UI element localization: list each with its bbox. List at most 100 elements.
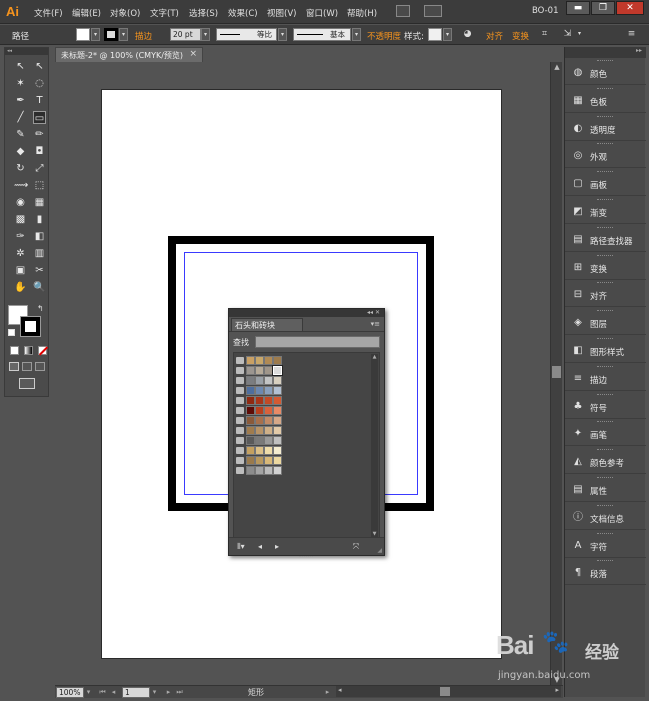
dock-item-graphic-styles[interactable]: ◧ 图形样式: [565, 336, 646, 363]
opacity-panel-link[interactable]: 不透明度: [367, 30, 401, 42]
color-mode-icon[interactable]: [10, 346, 19, 355]
swatch-scroll-up-icon[interactable]: ▲: [371, 354, 378, 361]
pen-tool-icon[interactable]: ✒: [14, 94, 27, 107]
free-transform-tool-icon[interactable]: ⬚: [33, 179, 46, 192]
swatch[interactable]: [273, 466, 282, 475]
dock-item-transparency[interactable]: ◐ 透明度: [565, 114, 646, 141]
swatch[interactable]: [264, 456, 273, 465]
swatch[interactable]: [255, 356, 264, 365]
draw-normal-icon[interactable]: [9, 362, 19, 371]
dock-item-swatches[interactable]: ▦ 色板: [565, 86, 646, 113]
paintbrush-tool-icon[interactable]: ✎: [14, 128, 27, 141]
graphic-style-dropdown[interactable]: ▾: [443, 28, 452, 41]
horizontal-scroll-thumb[interactable]: [440, 687, 450, 696]
gradient-mode-icon[interactable]: [24, 346, 33, 355]
dock-item-color[interactable]: ◍ 颜色: [565, 58, 646, 85]
restore-button[interactable]: ❐: [591, 1, 615, 15]
swatch[interactable]: [246, 366, 255, 375]
screen-mode-button[interactable]: [396, 5, 410, 17]
eyedropper-tool-icon[interactable]: ✑: [14, 230, 27, 243]
swatch[interactable]: [273, 446, 282, 455]
swatch[interactable]: [246, 416, 255, 425]
swatch[interactable]: [264, 356, 273, 365]
vertical-scrollbar[interactable]: ▲ ▼: [550, 62, 562, 685]
hand-tool-icon[interactable]: ✋: [14, 281, 27, 294]
blob-brush-tool-icon[interactable]: ◆: [14, 145, 27, 158]
swatch-group-row[interactable]: [236, 446, 296, 455]
menu-select[interactable]: 选择(S): [189, 7, 218, 19]
dock-item-artboards[interactable]: ▢ 画板: [565, 169, 646, 197]
recolor-artwork-icon[interactable]: ◕: [462, 29, 473, 40]
zoom-level-field[interactable]: 100%: [56, 687, 84, 698]
mesh-tool-icon[interactable]: ▩: [14, 213, 27, 226]
symbol-sprayer-tool-icon[interactable]: ✲: [14, 247, 27, 260]
swatch[interactable]: [264, 416, 273, 425]
current-tool-status[interactable]: 矩形: [248, 687, 264, 698]
swatch-libraries-menu-icon[interactable]: ⫴▾: [234, 541, 248, 552]
swatch[interactable]: [264, 446, 273, 455]
swatch[interactable]: [255, 386, 264, 395]
panel-menu-icon[interactable]: ▾≡: [371, 320, 380, 328]
dock-item-pathfinder[interactable]: ▤ 路径查找器: [565, 225, 646, 252]
slice-tool-icon[interactable]: ✂: [33, 264, 46, 277]
swap-fill-stroke-icon[interactable]: ↰: [37, 304, 44, 313]
dock-item-color-guide[interactable]: ◭ 颜色参考: [565, 447, 646, 475]
stroke-weight-field[interactable]: 20 pt: [170, 28, 201, 41]
next-library-icon[interactable]: ▸: [271, 541, 283, 552]
select-similar-icon[interactable]: ⇲: [562, 29, 573, 40]
first-artboard-icon[interactable]: ⏮: [98, 687, 107, 698]
align-panel-link[interactable]: 对齐: [486, 30, 503, 42]
swatch[interactable]: [273, 456, 282, 465]
swatch[interactable]: [264, 406, 273, 415]
menu-view[interactable]: 视图(V): [267, 7, 296, 19]
rectangle-tool-icon[interactable]: ▭: [33, 111, 46, 124]
swatch[interactable]: [246, 426, 255, 435]
swatch[interactable]: [255, 456, 264, 465]
swatch[interactable]: [273, 436, 282, 445]
perspective-grid-tool-icon[interactable]: ▦: [33, 196, 46, 209]
artboard-number-field[interactable]: 1: [122, 687, 150, 698]
swatch[interactable]: [264, 376, 273, 385]
stroke-weight-dropdown[interactable]: ▾: [201, 28, 210, 41]
swatch-group-row[interactable]: [236, 436, 296, 445]
line-tool-icon[interactable]: ╱: [14, 111, 27, 124]
swatch[interactable]: [273, 426, 282, 435]
swatch[interactable]: [264, 396, 273, 405]
swatch[interactable]: [246, 406, 255, 415]
brush-definition[interactable]: 基本: [293, 28, 351, 41]
dock-item-brushes[interactable]: ✦ 画笔: [565, 419, 646, 447]
swatch[interactable]: [264, 366, 273, 375]
menu-help[interactable]: 帮助(H): [347, 7, 377, 19]
swatch[interactable]: [246, 466, 255, 475]
resize-grip-icon[interactable]: ◢: [377, 547, 382, 554]
pencil-tool-icon[interactable]: ✏: [33, 128, 46, 141]
next-artboard-icon[interactable]: ▸: [164, 687, 173, 698]
swatch-group-row[interactable]: [236, 396, 296, 405]
swatch[interactable]: [273, 396, 282, 405]
last-artboard-icon[interactable]: ⏭: [175, 687, 184, 698]
stroke-swatch[interactable]: [104, 28, 118, 41]
menu-type[interactable]: 文字(T): [150, 7, 179, 19]
close-document-icon[interactable]: ×: [189, 49, 197, 59]
stroke-panel-link[interactable]: 描边: [135, 30, 152, 42]
swatch-list-scrollbar[interactable]: ▲ ▼: [371, 354, 378, 538]
swatch[interactable]: [246, 386, 255, 395]
rotate-tool-icon[interactable]: ↻: [14, 162, 27, 175]
variable-width-profile[interactable]: 等比: [216, 28, 277, 41]
swatch-group-row[interactable]: [236, 426, 296, 435]
swatch[interactable]: [255, 426, 264, 435]
profile-dropdown[interactable]: ▾: [278, 28, 287, 41]
vertical-scroll-thumb[interactable]: [552, 366, 561, 378]
swatch-group-row[interactable]: [236, 356, 296, 365]
swatch[interactable]: [264, 466, 273, 475]
fill-swatch[interactable]: [76, 28, 90, 41]
swatch-group-row[interactable]: [236, 456, 296, 465]
swatch-group-row[interactable]: [236, 386, 296, 395]
fill-dropdown[interactable]: ▾: [91, 28, 100, 41]
swatch[interactable]: [255, 446, 264, 455]
dock-item-transform[interactable]: ⊞ 变换: [565, 253, 646, 280]
swatch[interactable]: [255, 366, 264, 375]
swatch[interactable]: [246, 436, 255, 445]
dock-item-layers[interactable]: ◈ 图层: [565, 308, 646, 336]
swatch[interactable]: [273, 416, 282, 425]
